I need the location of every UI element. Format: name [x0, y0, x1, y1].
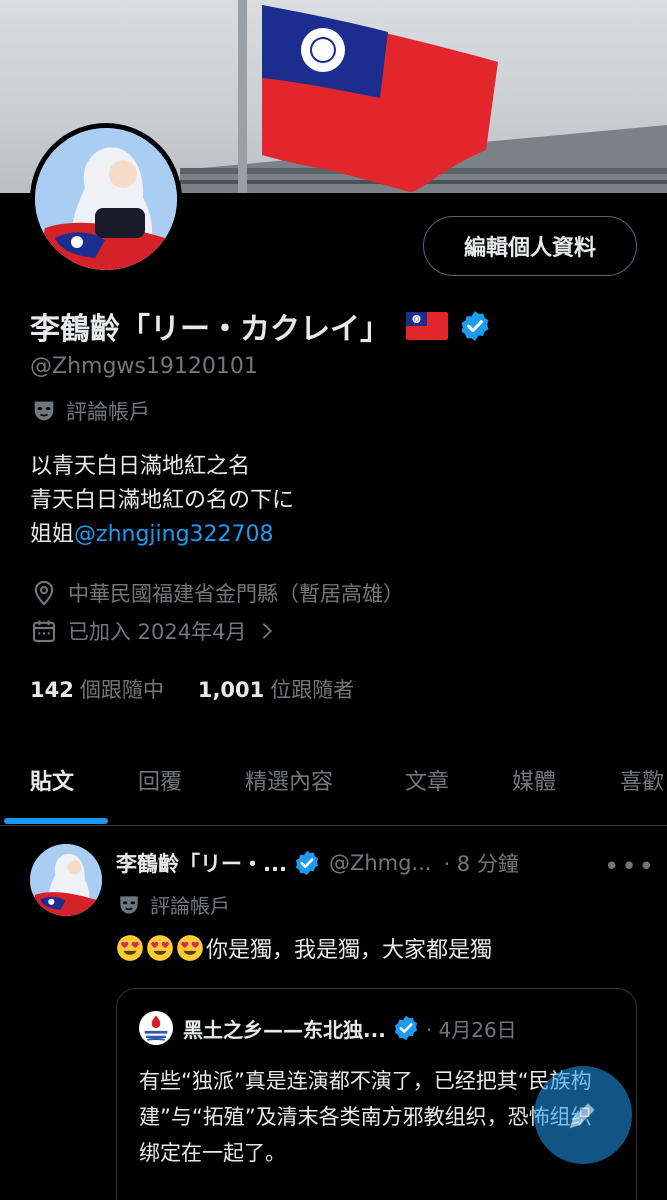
- bio-mention-link[interactable]: @zhngjing322708: [74, 522, 274, 547]
- tab-replies[interactable]: 回覆: [138, 764, 182, 796]
- joined-text: 已加入 2024年4月: [68, 620, 247, 644]
- active-tab-indicator: [4, 818, 108, 824]
- post-header: 李鶴齡「リー・... @Zhmg... · 8 分鐘: [116, 848, 519, 878]
- profile-name: 李鶴齡「リー・カクレイ」: [30, 312, 390, 347]
- follow-stats: 142 個跟隨中 1,001 位跟隨者: [30, 674, 354, 704]
- quoted-author-avatar[interactable]: [139, 1011, 173, 1045]
- tab-highlights[interactable]: 精選內容: [245, 764, 333, 796]
- profile-avatar[interactable]: [30, 123, 182, 275]
- calendar-icon: [33, 620, 55, 642]
- chevron-right-icon: [263, 623, 273, 639]
- heart-eyes-emoji-icon: [177, 935, 203, 961]
- verified-badge-icon: [394, 1015, 417, 1041]
- post-text-body: 你是獨，我是獨，大家都是獨: [206, 938, 493, 963]
- account-type-label: 評論帳戶: [30, 396, 150, 426]
- location-pin-icon: [34, 580, 54, 606]
- tab-media[interactable]: 媒體: [512, 764, 556, 796]
- following-link[interactable]: 142 個跟隨中: [30, 674, 164, 704]
- followers-count: 1,001: [197, 678, 265, 702]
- edit-profile-button[interactable]: 編輯個人資料: [423, 216, 637, 276]
- quoted-time: · 4月26日: [425, 1017, 517, 1042]
- bio-prefix: 姐姐: [30, 522, 75, 547]
- quoted-author[interactable]: 黑土之乡——东北独...: [183, 1014, 386, 1043]
- tab-posts[interactable]: 貼文: [30, 764, 74, 796]
- location-text: 中華民國福建省金門縣（暫居高雄）: [68, 582, 404, 606]
- bio-line: 青天白日滿地紅の名の下に: [30, 488, 295, 513]
- bio-line: 以青天白日滿地紅之名: [30, 454, 251, 479]
- followers-label: 位跟隨者: [270, 678, 355, 702]
- compose-button[interactable]: [534, 1066, 632, 1164]
- heart-eyes-emoji-icon: [117, 935, 143, 961]
- verified-badge-icon: [295, 850, 319, 876]
- account-type-text: 評論帳戶: [66, 400, 150, 424]
- post-account-type-text: 評論帳戶: [150, 894, 230, 918]
- verified-badge-icon[interactable]: [458, 309, 492, 343]
- more-options-icon[interactable]: •••: [604, 852, 656, 882]
- profile-location: 中華民國福建省金門縣（暫居高雄）: [30, 578, 404, 608]
- profile-name-row: 李鶴齡「リー・カクレイ」: [30, 302, 492, 350]
- profile-joined[interactable]: 已加入 2024年4月: [30, 616, 278, 646]
- post-time[interactable]: · 8 分鐘: [443, 848, 518, 878]
- profile-tabs: 貼文 回覆 精選內容 文章 媒體 喜歡: [0, 746, 667, 826]
- following-label: 個跟隨中: [79, 678, 164, 702]
- followers-link[interactable]: 1,001 位跟隨者: [198, 674, 354, 704]
- post-text: 你是獨，我是獨，大家都是獨: [116, 932, 492, 964]
- theater-mask-icon: [34, 401, 54, 421]
- theater-mask-icon: [120, 895, 138, 914]
- profile-bio: 以青天白日滿地紅之名 青天白日滿地紅の名の下に 姐姐@zhngjing32270…: [30, 450, 294, 552]
- post-avatar[interactable]: [30, 844, 102, 916]
- tab-likes[interactable]: 喜歡: [620, 764, 664, 796]
- tab-articles[interactable]: 文章: [405, 764, 449, 796]
- bio-line: 姐姐@zhngjing322708: [30, 518, 294, 552]
- following-count: 142: [30, 678, 74, 702]
- heart-eyes-emoji-icon: [147, 935, 173, 961]
- quoted-text: 有些“独派”真是连演都不演了，已经把其“民族构建”与“拓殖”及清末各类南方邪教组…: [139, 1069, 592, 1165]
- profile-handle: @Zhmgws19120101: [30, 354, 258, 379]
- post-handle[interactable]: @Zhmg...: [329, 851, 432, 875]
- post-account-type: 評論帳戶: [116, 890, 230, 919]
- quoted-post-header: 黑土之乡——东北独... · 4月26日: [139, 1011, 517, 1045]
- post-author[interactable]: 李鶴齡「リー・...: [116, 848, 287, 878]
- compose-icon: [569, 1103, 595, 1129]
- roc-flag-icon: [406, 312, 448, 340]
